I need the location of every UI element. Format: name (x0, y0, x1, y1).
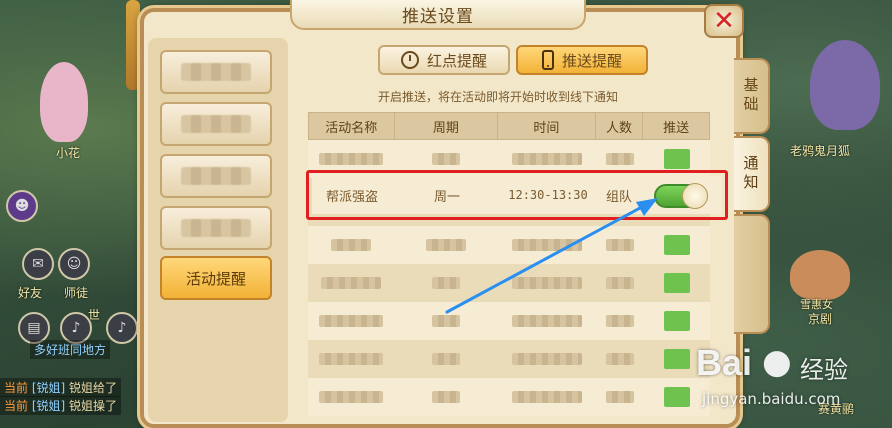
watermark-brand: Bai (696, 342, 753, 383)
watermark-url: jingyan.baidu.com (702, 390, 841, 408)
baidu-watermark: Bai ● 经验 jingyan.baidu.com (696, 338, 886, 418)
watermark-brand-2: 经验 (800, 356, 848, 384)
paw-icon: ● (762, 342, 792, 382)
